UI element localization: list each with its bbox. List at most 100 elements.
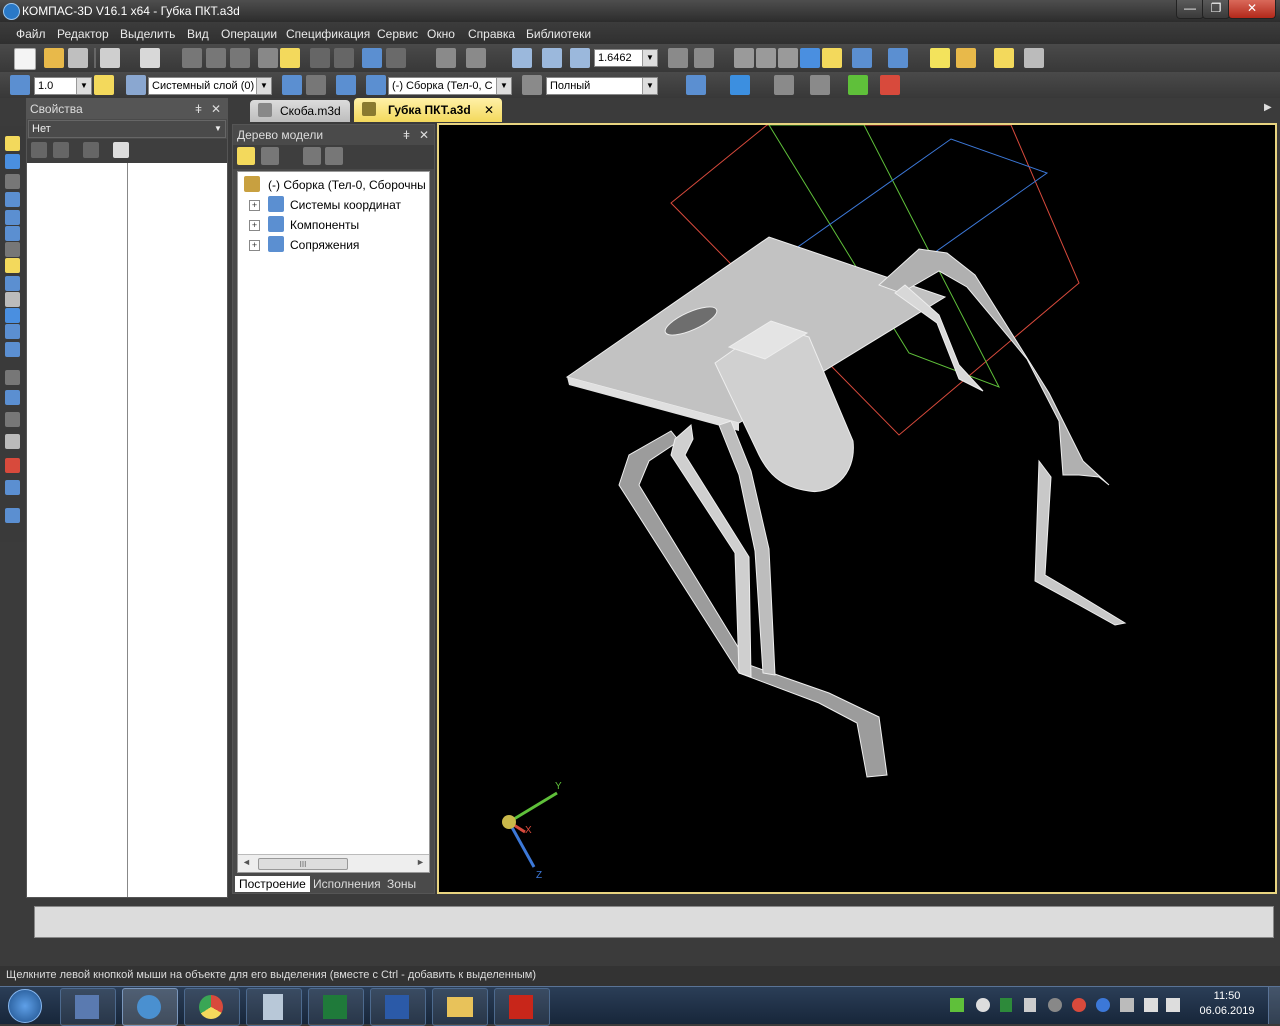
spec-icon[interactable] (5, 292, 20, 307)
tray-info-icon[interactable] (1048, 998, 1062, 1012)
measure-icon[interactable] (436, 48, 456, 68)
perspective-icon[interactable] (774, 75, 794, 95)
taskbar-kompas[interactable] (122, 988, 178, 1026)
3d-viewport[interactable]: Y X Z (437, 123, 1277, 894)
expand-icon[interactable]: + (249, 200, 260, 211)
tree-relations-icon[interactable] (325, 147, 343, 165)
taskbar-calculator[interactable] (246, 988, 302, 1026)
section-icon[interactable] (686, 75, 706, 95)
array-icon[interactable] (5, 210, 20, 225)
display-mode-icon[interactable] (522, 75, 542, 95)
context-select[interactable]: (-) Сборка (Тел-0, С ▼ (388, 77, 512, 95)
menu-editor[interactable]: Редактор (57, 27, 109, 41)
move-icon[interactable] (5, 174, 20, 189)
step-icon[interactable] (10, 75, 30, 95)
tab-zones[interactable]: Зоны (387, 877, 416, 891)
fasteners-icon[interactable] (5, 458, 20, 473)
preview-icon[interactable] (140, 48, 160, 68)
chevron-down-icon[interactable]: ▼ (211, 121, 225, 137)
menu-specification[interactable]: Спецификация (286, 27, 370, 41)
expand-icon[interactable]: + (249, 240, 260, 251)
tab-versions[interactable]: Исполнения (313, 877, 381, 891)
categories-icon[interactable] (31, 142, 47, 158)
chevron-down-icon[interactable]: ▼ (256, 78, 271, 94)
tree-item-mates[interactable]: Сопряжения (290, 238, 359, 252)
taskbar-excel[interactable] (308, 988, 364, 1026)
orientation-icon[interactable] (694, 48, 714, 68)
context-help-icon[interactable] (466, 48, 486, 68)
diagnostics-icon[interactable] (5, 324, 20, 339)
wireframe-icon[interactable] (734, 48, 754, 68)
expand-icon[interactable]: + (249, 220, 260, 231)
menu-view[interactable]: Вид (187, 27, 209, 41)
tree-structure-icon[interactable] (261, 147, 279, 165)
plane-view-icon[interactable] (730, 75, 750, 95)
menu-help[interactable]: Справка (468, 27, 515, 41)
fx-icon[interactable] (386, 48, 406, 68)
geometry-icon[interactable] (5, 258, 20, 273)
visibility-icon[interactable] (994, 48, 1014, 68)
tree-item-components[interactable]: Компоненты (290, 218, 359, 232)
print-icon[interactable] (100, 48, 120, 68)
tray-signal-icon[interactable] (1144, 998, 1158, 1012)
horizontal-scrollbar[interactable]: ◄ III ► (238, 854, 429, 872)
lock-icon[interactable] (83, 142, 99, 158)
menu-operations[interactable]: Операции (221, 27, 277, 41)
taskbar-acrobat[interactable] (494, 988, 550, 1026)
tree-item-coordinate-systems[interactable]: Системы координат (290, 198, 401, 212)
chevron-down-icon[interactable]: ▼ (642, 50, 657, 66)
tabs-menu-icon[interactable]: ▶ (1264, 102, 1276, 116)
dimension-icon[interactable] (880, 75, 900, 95)
variables-icon[interactable] (362, 48, 382, 68)
hidden-lines-icon[interactable] (756, 48, 776, 68)
surface-icon[interactable] (5, 412, 20, 427)
mirror-icon[interactable] (5, 226, 20, 241)
close-button[interactable]: ✕ (1228, 0, 1276, 19)
show-desktop-button[interactable] (1268, 987, 1280, 1024)
zoom-in-icon[interactable] (570, 48, 590, 68)
tray-usb-icon[interactable] (1024, 998, 1036, 1012)
color-icon[interactable] (848, 75, 868, 95)
scroll-left-icon[interactable]: ◄ (242, 857, 251, 867)
settings-icon[interactable] (1024, 48, 1044, 68)
tray-chrome-icon[interactable] (1072, 998, 1086, 1012)
redo-icon[interactable] (334, 48, 354, 68)
measure-tool-icon[interactable] (5, 342, 20, 357)
sheet-metal-icon[interactable] (5, 390, 20, 405)
tray-network-icon[interactable] (1120, 998, 1134, 1012)
analysis-icon[interactable] (5, 508, 20, 523)
tray-user-icon[interactable] (976, 998, 990, 1012)
scroll-thumb[interactable]: III (258, 858, 348, 870)
minimize-button[interactable]: — (1176, 0, 1204, 19)
hidden-thin-icon[interactable] (778, 48, 798, 68)
report-icon[interactable] (5, 308, 20, 323)
snap-icon[interactable] (94, 75, 114, 95)
component-edit-icon[interactable] (930, 48, 950, 68)
chevron-down-icon[interactable]: ▼ (496, 78, 511, 94)
mate-icon[interactable] (5, 242, 20, 257)
cut-icon[interactable] (182, 48, 202, 68)
assembly-context-icon[interactable] (366, 75, 386, 95)
display-mode-select[interactable]: Полный ▼ (546, 77, 658, 95)
tray-clock[interactable]: 11:50 06.06.2019 (1194, 990, 1260, 1022)
tree-root[interactable]: (-) Сборка (Тел-0, Сборочны (268, 178, 426, 192)
taskbar-kompas-alt[interactable] (60, 988, 116, 1026)
zoom-fit-icon[interactable] (542, 48, 562, 68)
tree-view-icon[interactable] (237, 147, 255, 165)
add-component-icon[interactable] (5, 154, 20, 169)
scroll-right-icon[interactable]: ► (416, 857, 425, 867)
taskbar-word[interactable] (370, 988, 426, 1026)
menu-select[interactable]: Выделить (120, 27, 175, 41)
zoom-scale-field[interactable]: 1.6462 ▼ (594, 49, 658, 67)
close-icon[interactable]: ✕ (419, 128, 429, 142)
zoom-window-icon[interactable] (512, 48, 532, 68)
step-field[interactable]: 1.0 ▼ (34, 77, 92, 95)
open-folder-icon[interactable] (44, 48, 64, 68)
new-document-icon[interactable] (14, 48, 36, 70)
plane-icon[interactable] (306, 75, 326, 95)
pin-icon[interactable]: ǂ (195, 102, 202, 116)
library-icon[interactable] (956, 48, 976, 68)
filter-icon[interactable] (852, 48, 872, 68)
menu-window[interactable]: Окно (427, 27, 455, 41)
rotate-component-icon[interactable] (5, 192, 20, 207)
